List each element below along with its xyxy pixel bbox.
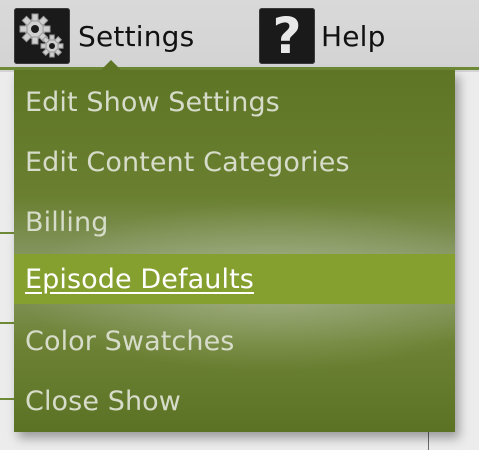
menu-item-label: Edit Content Categories (25, 146, 350, 178)
menu-item-close-show[interactable]: Close Show (14, 376, 455, 426)
menu-pointer-arrow (100, 60, 122, 71)
menu-item-label: Billing (25, 206, 109, 238)
gears-icon (14, 8, 70, 64)
menu-item-label: Close Show (25, 385, 181, 417)
settings-menu-button[interactable]: Settings (14, 6, 194, 66)
menu-item-label: Episode Defaults (25, 263, 254, 295)
settings-dropdown-menu: Edit Show Settings Edit Content Categori… (14, 60, 455, 432)
top-toolbar: Settings ? Help (0, 0, 479, 72)
menu-item-label: Edit Show Settings (25, 86, 280, 118)
help-menu-button[interactable]: ? Help (259, 6, 386, 66)
settings-label: Settings (78, 19, 195, 53)
help-label: Help (321, 19, 386, 53)
question-mark-icon: ? (259, 8, 315, 64)
menu-item-episode-defaults[interactable]: Episode Defaults (14, 254, 455, 304)
menu-item-color-swatches[interactable]: Color Swatches (14, 316, 455, 366)
menu-item-edit-show-settings[interactable]: Edit Show Settings (14, 77, 455, 127)
menu-item-billing[interactable]: Billing (14, 197, 455, 247)
menu-item-edit-content-categories[interactable]: Edit Content Categories (14, 137, 455, 187)
menu-item-label: Color Swatches (25, 325, 235, 357)
